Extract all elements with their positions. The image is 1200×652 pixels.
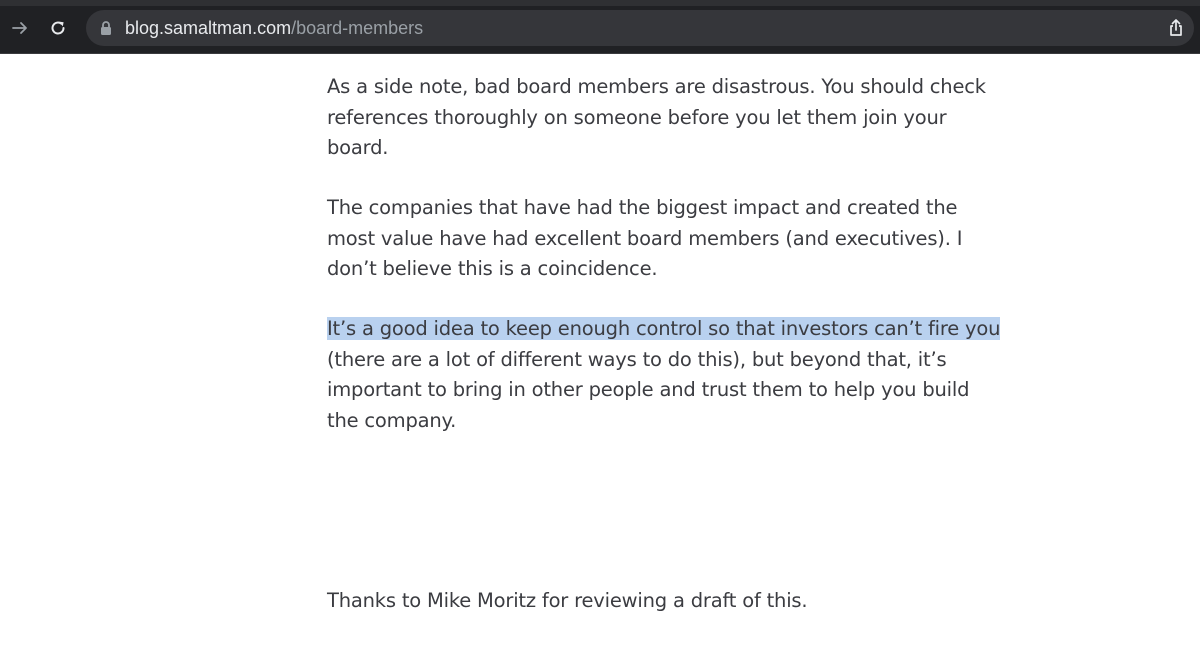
text-line-selected: It’s a good idea to keep enough control … [327, 314, 1000, 345]
browser-toolbar: blog.samaltman.com/board-members [0, 0, 1200, 54]
url-text[interactable]: blog.samaltman.com/board-members [125, 18, 423, 38]
text-line: (there are a lot of different ways to do… [327, 347, 947, 371]
reload-button[interactable] [44, 14, 72, 42]
share-icon[interactable] [1166, 18, 1186, 38]
paragraph: As a side note, bad board members are di… [327, 72, 986, 164]
paragraph: It’s a good idea to keep enough control … [327, 314, 1000, 436]
text-line: references thoroughly on someone before … [327, 105, 947, 129]
url-path: /board-members [291, 18, 424, 38]
reload-icon [51, 21, 65, 35]
text-line: don’t believe this is a coincidence. [327, 257, 658, 280]
arrow-right-icon [12, 22, 27, 34]
text-line: most value have had excellent board memb… [327, 226, 963, 250]
url-domain: blog.samaltman.com [125, 18, 292, 38]
article-body: As a side note, bad board members are di… [327, 72, 1000, 466]
text-line: As a side note, bad board members are di… [327, 75, 986, 98]
text-line: The companies that have had the biggest … [327, 196, 958, 219]
text-line: board. [327, 136, 389, 159]
lock-icon[interactable] [99, 20, 113, 36]
text-line: the company. [327, 408, 457, 432]
tab-strip-edge [0, 0, 1200, 6]
selected-text[interactable]: It’s a good idea to keep enough control … [327, 317, 1000, 340]
text-line: important to bring in other people and t… [327, 378, 970, 401]
address-bar[interactable]: blog.samaltman.com/board-members [86, 10, 1194, 46]
forward-button[interactable] [6, 14, 34, 42]
paragraph: The companies that have had the biggest … [327, 193, 963, 285]
acknowledgement: Thanks to Mike Moritz for reviewing a dr… [327, 589, 808, 612]
